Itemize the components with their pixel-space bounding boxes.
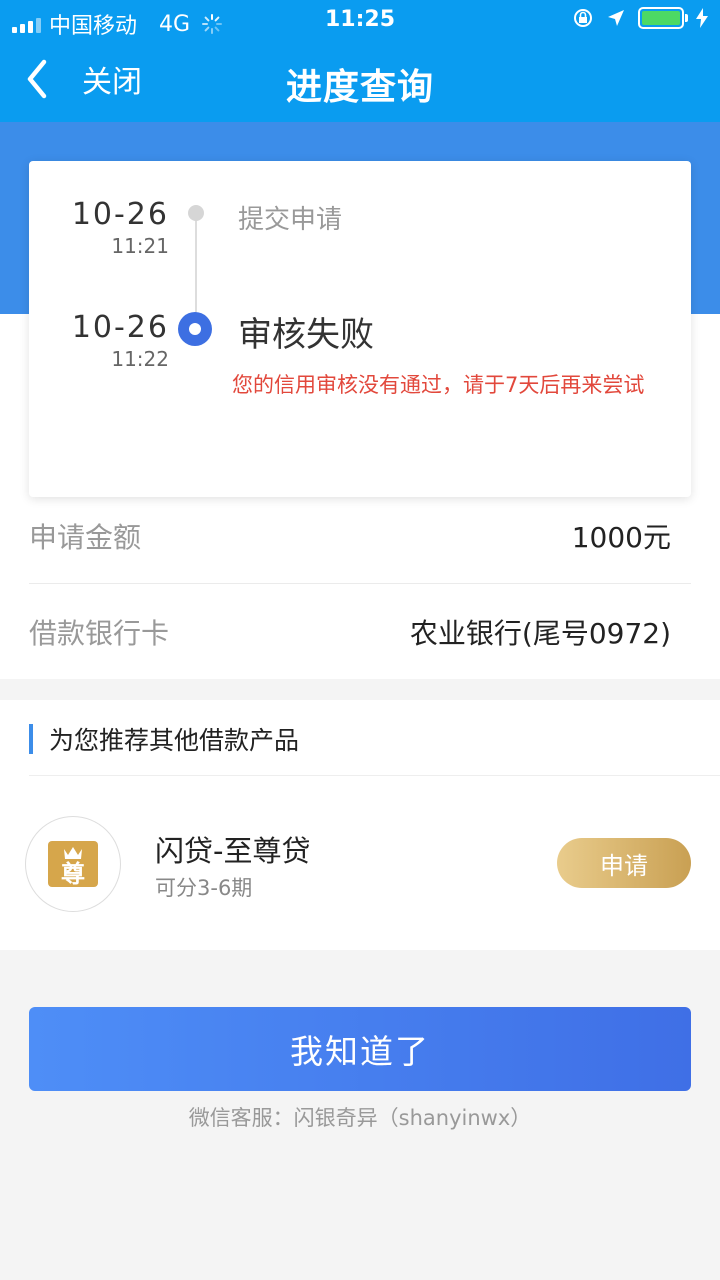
amount-label: 申请金额: [29, 520, 142, 554]
location-icon: [608, 10, 624, 26]
step2-time: 11:22: [111, 347, 169, 371]
step1-label: 提交申请: [238, 205, 343, 235]
amount-row: 申请金额 1000元: [29, 488, 691, 584]
recommend-title: 为您推荐其他借款产品: [49, 726, 300, 755]
bank-row: 借款银行卡 农业银行(尾号0972): [29, 584, 691, 680]
timeline-line: [195, 215, 197, 315]
step1-time: 11:21: [111, 234, 169, 258]
product-name: 闪贷-至尊贷: [155, 834, 311, 868]
recommend-section: 为您推荐其他借款产品 尊 闪贷-至尊贷 可分3-6期 申请: [0, 700, 720, 950]
step2-label: 审核失败: [238, 315, 374, 355]
step1-datetime: 10-26 11:21: [29, 197, 169, 258]
step1-date: 10-26: [71, 197, 169, 232]
crown-badge-icon: 尊: [48, 841, 98, 888]
nav-bar: 关闭 进度查询: [0, 40, 720, 122]
section-marker: [29, 724, 33, 754]
step2-dot-icon: [178, 312, 212, 346]
step1-dot-icon: [188, 205, 204, 221]
bank-label: 借款银行卡: [29, 617, 170, 650]
failure-note: 您的信用审核没有通过，请于7天后再来尝试: [232, 373, 645, 397]
battery-icon: [638, 7, 688, 29]
page-title: 进度查询: [285, 67, 434, 108]
service-contact: 微信客服：闪银奇异（shanyinwx）: [188, 1106, 532, 1130]
logo-text: 尊: [61, 860, 85, 888]
progress-card: 10-26 11:21 提交申请 10-26 11:22 审核失败 您的信用审核…: [29, 161, 691, 497]
product-terms: 可分3-6期: [155, 876, 253, 900]
status-right: [572, 7, 708, 29]
amount-value: 1000元: [571, 520, 671, 554]
product-logo: 尊: [25, 816, 121, 912]
recommend-header: 为您推荐其他借款产品: [29, 722, 299, 756]
confirm-button[interactable]: 我知道了: [29, 1007, 691, 1091]
status-bar: 中国移动 4G 11:25: [0, 0, 720, 40]
apply-button[interactable]: 申请: [557, 838, 691, 888]
rotation-lock-icon: [574, 9, 592, 27]
divider: [29, 775, 720, 776]
charging-icon: [696, 8, 708, 28]
step2-datetime: 10-26 11:22: [29, 310, 169, 371]
bank-value: 农业银行(尾号0972): [409, 617, 671, 650]
step2-date: 10-26: [71, 310, 169, 345]
